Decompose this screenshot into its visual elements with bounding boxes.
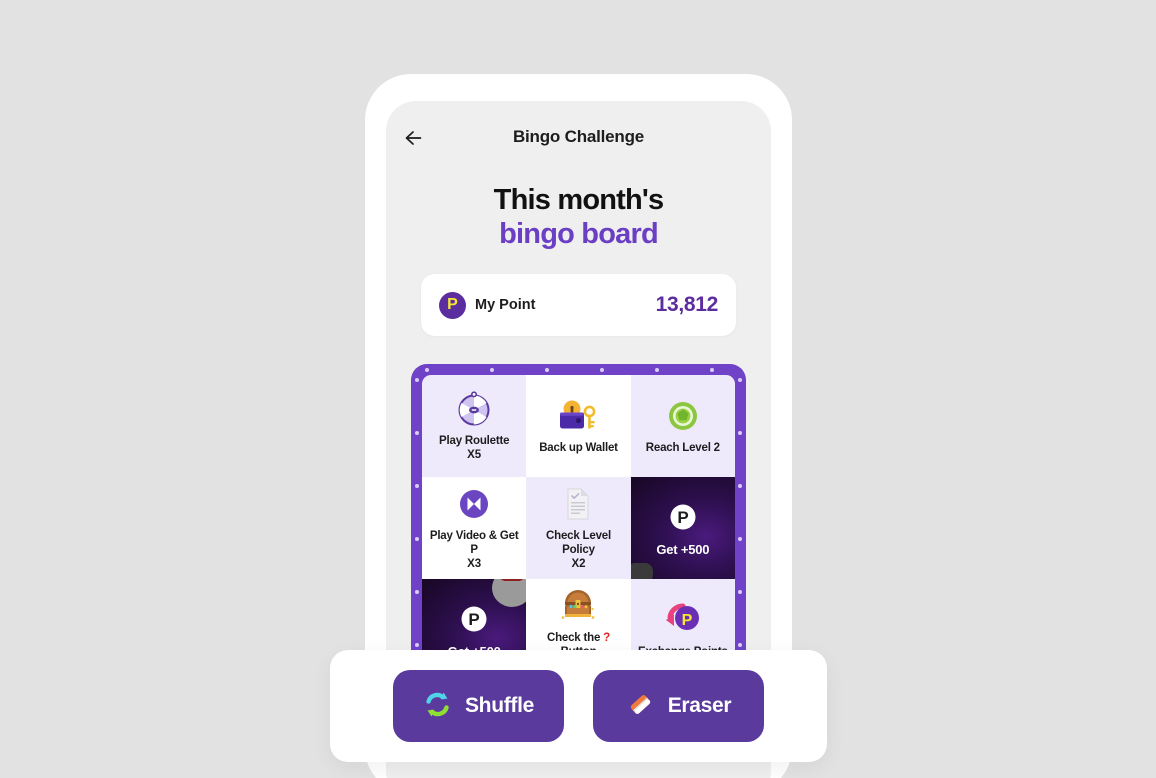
bingo-cell-label: Get +500 (656, 542, 710, 557)
treasure-chest-icon (530, 586, 626, 626)
shuffle-button[interactable]: Shuffle (393, 670, 564, 742)
document-check-icon (530, 484, 626, 524)
board-rivet (710, 368, 714, 373)
bingo-cell-check-level-policy[interactable]: Check Level Policy X2 (526, 477, 631, 580)
exchange-points-icon: P (635, 600, 731, 640)
bingo-cell-label: Play Roulette (439, 434, 510, 447)
board-rivet (738, 378, 742, 383)
bingo-cell-label: Back up Wallet (539, 441, 618, 454)
bingo-cell-label: Check Level Policy (546, 529, 611, 556)
screenshot-root: Bingo Challenge This month's bingo board… (0, 0, 1156, 778)
action-bar-card: Shuffle Eraser (330, 650, 827, 762)
board-rivet (415, 537, 419, 542)
play-video-icon (426, 484, 522, 524)
board-rivet (600, 368, 604, 373)
top-nav-bar: Bingo Challenge (386, 101, 771, 177)
eraser-button[interactable]: Eraser (593, 670, 764, 742)
bingo-cell-play-video[interactable]: Play Video & Get P X3 (422, 477, 527, 580)
board-rivet (655, 368, 659, 373)
board-rivet (738, 590, 742, 595)
svg-text:P: P (681, 612, 692, 629)
board-rivet (415, 484, 419, 489)
bingo-cell-label: Play Video & Get P (429, 529, 519, 556)
board-rivet (738, 484, 742, 489)
board-rivet (415, 431, 419, 436)
my-point-card[interactable]: P My Point 13,812 (421, 274, 736, 337)
board-rivet (425, 368, 429, 373)
shuffle-button-label: Shuffle (464, 694, 535, 717)
bingo-cell-play-roulette[interactable]: Play Roulette X5 (422, 375, 527, 478)
check-the-text: Check the (546, 631, 604, 644)
level-badge-icon (635, 396, 731, 436)
point-coin-icon: P (635, 497, 731, 537)
svg-text:P: P (677, 508, 688, 527)
bingo-cell-multiplier: X3 (467, 557, 482, 570)
board-rivet (738, 537, 742, 542)
roulette-wheel-icon (426, 389, 522, 429)
board-rivet (490, 368, 494, 373)
bingo-cell-label: Reach Level 2 (645, 441, 720, 454)
headline: This month's bingo board (386, 183, 771, 251)
bingo-cell-multiplier: X5 (467, 448, 482, 461)
my-point-value: 13,812 (655, 293, 719, 317)
bingo-cell-multiplier: X2 (571, 557, 586, 570)
bingo-cell-back-up-wallet[interactable]: Back up Wallet (526, 375, 631, 478)
bingo-board: Play Roulette X5 Back up Wallet Reach Le… (411, 364, 746, 693)
bingo-grid: Play Roulette X5 Back up Wallet Reach Le… (422, 375, 735, 682)
my-point-label: My Point (475, 297, 536, 314)
question-mark-icon: ? (603, 631, 610, 644)
wallet-lock-key-icon (530, 396, 626, 436)
board-rivet (738, 431, 742, 436)
shuffle-arrows-icon (423, 690, 452, 722)
decorative-blob (630, 563, 653, 580)
eraser-icon (626, 690, 655, 722)
board-rivet (415, 590, 419, 595)
bingo-cell-reach-level-2[interactable]: Reach Level 2 (630, 375, 735, 478)
page-title: Bingo Challenge (512, 127, 645, 146)
board-rivet (415, 643, 419, 648)
board-rivet (545, 368, 549, 373)
headline-line-2: bingo board (499, 218, 659, 251)
bingo-cell-get-500-a[interactable]: P Get +500 (630, 477, 735, 580)
headline-line-1: This month's (493, 184, 664, 216)
svg-text:P: P (468, 610, 479, 629)
board-rivet (738, 643, 742, 648)
eraser-button-label: Eraser (667, 694, 732, 717)
point-badge-icon: P (439, 291, 466, 319)
board-rivet (415, 378, 419, 383)
